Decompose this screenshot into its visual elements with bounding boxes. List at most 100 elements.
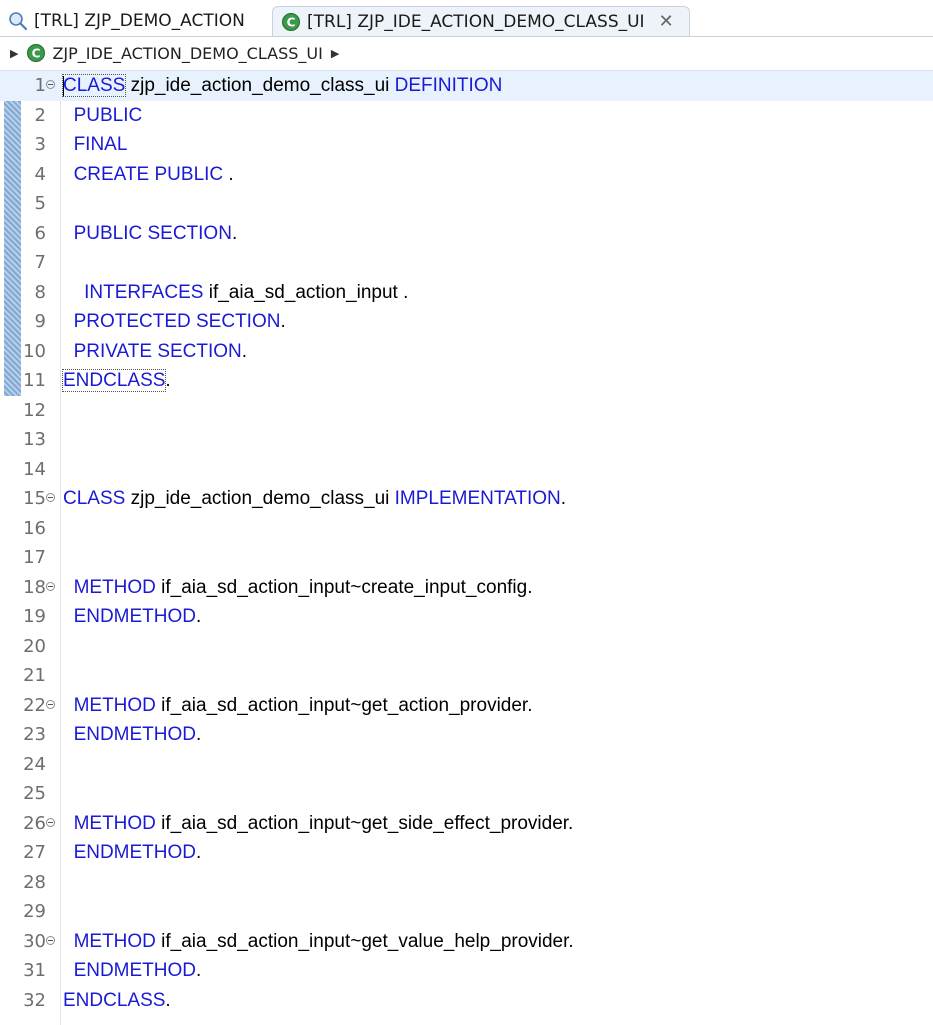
code-text: FINAL: [63, 130, 128, 160]
code-line[interactable]: 5: [0, 189, 933, 219]
code-line[interactable]: 8 INTERFACES if_aia_sd_action_input .: [0, 278, 933, 308]
code-token: if_aia_sd_action_input~get_action_provid…: [155, 694, 533, 716]
line-number: 30: [23, 930, 46, 952]
breadcrumb-chevron-icon[interactable]: ▶: [331, 47, 339, 60]
code-line[interactable]: 26 METHOD if_aia_sd_action_input~get_sid…: [0, 809, 933, 839]
line-number: 27: [23, 842, 46, 863]
code-line[interactable]: 24: [0, 750, 933, 780]
keyword-token: CLASS: [63, 488, 126, 509]
code-line[interactable]: 17: [0, 543, 933, 573]
code-line[interactable]: 25: [0, 779, 933, 809]
expand-triangle-icon[interactable]: ▶: [10, 47, 18, 60]
line-number: 7: [34, 252, 46, 273]
line-number: 28: [23, 871, 46, 893]
line-number: 4: [34, 163, 46, 185]
code-token: if_aia_sd_action_input~get_value_help_pr…: [155, 930, 574, 952]
code-token: .: [241, 340, 248, 362]
fold-collapse-icon[interactable]: [46, 935, 55, 945]
code-text: PROTECTED SECTION.: [63, 307, 286, 337]
code-line[interactable]: 28: [0, 868, 933, 898]
code-token: .: [196, 606, 202, 627]
code-token: .: [231, 222, 238, 244]
tab-label: [TRL] ZJP_IDE_ACTION_DEMO_CLASS_UI: [307, 11, 645, 32]
code-line[interactable]: 15 CLASS zjp_ide_action_demo_class_ui IMP…: [0, 484, 933, 514]
code-line[interactable]: 14: [0, 455, 933, 485]
code-text: METHOD if_aia_sd_action_input~get_side_e…: [63, 809, 574, 839]
code-line[interactable]: 18 METHOD if_aia_sd_action_input~create_…: [0, 573, 933, 603]
line-number: 19: [23, 606, 46, 627]
fold-collapse-icon[interactable]: [46, 80, 55, 89]
code-line[interactable]: 32 ENDCLASS.: [0, 986, 933, 1016]
code-line[interactable]: 31 ENDMETHOD.: [0, 956, 933, 986]
line-number: 5: [34, 193, 46, 214]
line-number: 1: [34, 75, 46, 96]
code-token: if_aia_sd_action_input~create_input_conf…: [155, 576, 533, 598]
keyword-token: PUBLIC SECTION: [73, 222, 232, 244]
tab-zjp-demo-action[interactable]: [TRL] ZJP_DEMO_ACTION: [4, 6, 272, 36]
code-line[interactable]: 7: [0, 248, 933, 278]
keyword-token: ENDMETHOD: [73, 960, 197, 981]
svg-text:C: C: [287, 15, 296, 29]
line-number: 10: [23, 340, 46, 362]
code-line[interactable]: 9 PROTECTED SECTION.: [0, 307, 933, 337]
code-line[interactable]: 23 ENDMETHOD.: [0, 720, 933, 750]
code-token: zjp_ide_action_demo_class_ui: [125, 75, 395, 96]
code-text: METHOD if_aia_sd_action_input~get_action…: [63, 691, 533, 721]
code-line[interactable]: 1 CLASS zjp_ide_action_demo_class_ui DEFI…: [0, 71, 933, 101]
code-token: .: [196, 960, 202, 981]
code-token: .: [196, 724, 202, 745]
code-token: .: [165, 370, 171, 391]
close-tab-icon[interactable]: ✕: [659, 11, 674, 32]
line-number: 9: [34, 311, 46, 332]
abap-class-icon: C: [282, 12, 300, 31]
code-token: if_aia_sd_action_input~get_side_effect_p…: [155, 812, 574, 834]
line-number: 17: [23, 547, 46, 568]
keyword-token: CLASS: [61, 74, 127, 97]
keyword-token: PROTECTED SECTION: [73, 311, 281, 332]
code-line[interactable]: 12: [0, 396, 933, 426]
keyword-token: FINAL: [73, 134, 128, 155]
line-number: 11: [23, 370, 46, 391]
code-token: .: [165, 989, 171, 1011]
code-line[interactable]: 27 ENDMETHOD.: [0, 838, 933, 868]
abap-class-icon: C: [27, 44, 46, 62]
code-text: PRIVATE SECTION.: [63, 337, 248, 367]
code-editor[interactable]: 1 CLASS zjp_ide_action_demo_class_ui DEFI…: [0, 70, 933, 1025]
code-line[interactable]: 4 CREATE PUBLIC .: [0, 160, 933, 190]
fold-collapse-icon[interactable]: [46, 817, 55, 827]
code-line[interactable]: 2 PUBLIC: [0, 101, 933, 131]
code-line[interactable]: 6 PUBLIC SECTION.: [0, 219, 933, 249]
code-line[interactable]: 11 ENDCLASS.: [0, 366, 933, 396]
keyword-token: PRIVATE SECTION: [73, 340, 242, 362]
fold-collapse-icon[interactable]: [46, 581, 55, 591]
code-line[interactable]: 29: [0, 897, 933, 927]
code-line[interactable]: 13: [0, 425, 933, 455]
fold-collapse-icon[interactable]: [46, 699, 55, 709]
keyword-token: INTERFACES: [84, 281, 204, 303]
keyword-token: PUBLIC: [73, 104, 143, 126]
keyword-token: METHOD: [73, 812, 156, 834]
code-line[interactable]: 3 FINAL: [0, 130, 933, 160]
line-number: 26: [23, 812, 46, 834]
code-line[interactable]: 30 METHOD if_aia_sd_action_input~get_val…: [0, 927, 933, 957]
line-number: 3: [34, 134, 46, 155]
tab-zjp-ide-action-demo-class-ui[interactable]: C [TRL] ZJP_IDE_ACTION_DEMO_CLASS_UI ✕: [272, 6, 690, 36]
code-line[interactable]: 10 PRIVATE SECTION.: [0, 337, 933, 367]
code-line[interactable]: 22 METHOD if_aia_sd_action_input~get_act…: [0, 691, 933, 721]
code-text: CLASS zjp_ide_action_demo_class_ui IMPLE…: [63, 484, 566, 514]
code-line[interactable]: 20: [0, 632, 933, 662]
code-line[interactable]: 16: [0, 514, 933, 544]
code-line[interactable]: 21: [0, 661, 933, 691]
fold-collapse-icon[interactable]: [46, 493, 55, 502]
line-number: 23: [23, 724, 46, 745]
breadcrumb-item-class[interactable]: ZJP_IDE_ACTION_DEMO_CLASS_UI: [52, 44, 322, 63]
code-line[interactable]: 19 ENDMETHOD.: [0, 602, 933, 632]
